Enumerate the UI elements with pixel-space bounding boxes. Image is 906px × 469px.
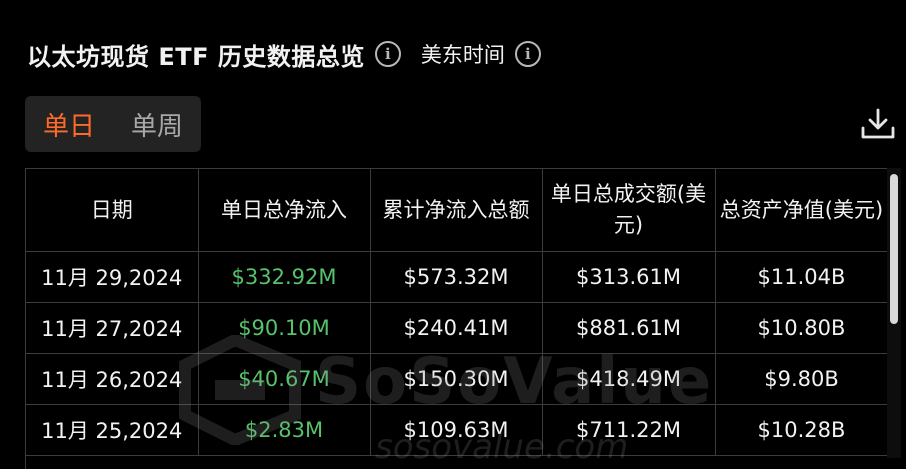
table-row: 11月 27,2024 $90.10M $240.41M $881.61M $1… — [26, 302, 889, 354]
table-scrollbar[interactable] — [887, 168, 901, 458]
table-row: 11月 25,2024 $2.83M $109.63M $711.22M $10… — [26, 404, 889, 456]
total-net-assets-cell: $9.80B — [715, 353, 889, 405]
daily-net-inflow-cell: $2.83M — [198, 404, 371, 456]
table-row: 11月 29,2024 $332.92M $573.32M $313.61M $… — [26, 251, 889, 303]
etf-history-table: 日期 单日总净流入 累计净流入总额 单日总成交额(美元) 总资产净值(美元) 1… — [25, 168, 889, 469]
daily-net-inflow-cell: $90.10M — [198, 302, 371, 354]
daily-net-inflow-cell: $332.92M — [198, 251, 371, 303]
period-tabs: 单日 单周 — [25, 96, 201, 152]
daily-net-inflow-cell: $40.67M — [198, 353, 371, 405]
total-net-assets-cell: $10.28B — [715, 404, 889, 456]
timezone-info-icon[interactable]: i — [514, 41, 541, 67]
daily-value-traded-cell: $313.61M — [542, 251, 716, 303]
cumulative-net-inflow-cell: $109.63M — [370, 404, 543, 456]
daily-value-traded-cell: $881.61M — [542, 302, 716, 354]
total-net-assets-cell: $10.80B — [715, 302, 889, 354]
cumulative-net-inflow-cell: $573.32M — [370, 251, 543, 303]
table-row: 11月 26,2024 $40.67M $150.30M $418.49M $9… — [26, 353, 889, 405]
table-header-row: 日期 单日总净流入 累计净流入总额 单日总成交额(美元) 总资产净值(美元) — [26, 169, 889, 252]
timezone-label: 美东时间 — [420, 43, 505, 67]
tab-weekly[interactable]: 单周 — [113, 106, 201, 143]
tab-daily[interactable]: 单日 — [25, 106, 113, 143]
date-cell: 11月 26,2024 — [26, 353, 199, 405]
total-net-assets-cell: $11.04B — [715, 251, 889, 303]
download-icon[interactable] — [858, 104, 898, 144]
date-cell: 11月 27,2024 — [26, 302, 199, 354]
column-header-daily-net-inflow[interactable]: 单日总净流入 — [198, 169, 371, 252]
info-icon[interactable]: i — [374, 41, 401, 67]
cumulative-net-inflow-cell: $150.30M — [370, 353, 543, 405]
column-header-total-net-assets[interactable]: 总资产净值(美元) — [715, 169, 889, 252]
page-header: 以太坊现货 ETF 历史数据总览 i 美东时间 i — [27, 34, 541, 74]
cumulative-net-inflow-cell: $240.41M — [370, 302, 543, 354]
daily-value-traded-cell: $418.49M — [542, 353, 716, 405]
page-title: 以太坊现货 ETF 历史数据总览 — [27, 42, 365, 71]
column-header-date[interactable]: 日期 — [26, 169, 199, 252]
date-cell: 11月 29,2024 — [26, 251, 199, 303]
date-cell: 11月 25,2024 — [26, 404, 199, 456]
daily-value-traded-cell: $711.22M — [542, 404, 716, 456]
column-header-cumulative-net-inflow[interactable]: 累计净流入总额 — [370, 169, 543, 252]
scrollbar-thumb[interactable] — [890, 174, 898, 324]
column-header-daily-value-traded[interactable]: 单日总成交额(美元) — [542, 169, 716, 252]
